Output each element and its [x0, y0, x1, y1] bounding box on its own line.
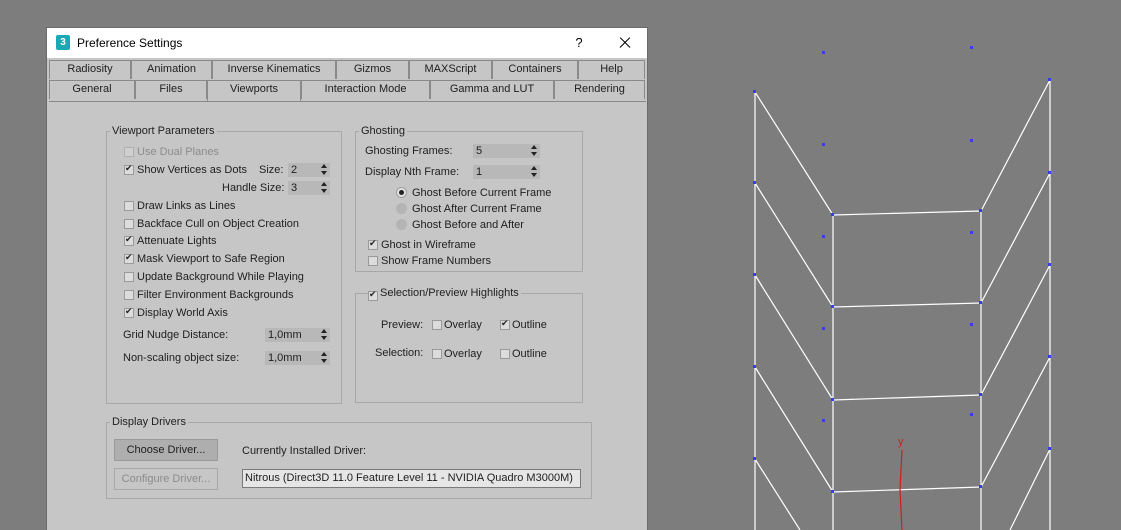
ghost-before-label: Ghost Before Current Frame [412, 187, 552, 199]
preview-label: Preview: [381, 319, 424, 331]
tab-radiosity[interactable]: Radiosity [49, 60, 131, 79]
display-drivers-group: Display Drivers Choose Driver... Current… [106, 416, 592, 499]
display-drivers-title: Display Drivers [110, 416, 188, 428]
grid-nudge-label: Grid Nudge Distance: [123, 329, 229, 341]
help-button[interactable]: ? [567, 33, 591, 53]
update-background-checkbox[interactable] [124, 272, 134, 282]
display-nth-frame-label: Display Nth Frame: [365, 166, 460, 178]
preview-outline-checkbox[interactable] [500, 318, 510, 330]
filter-env-label: Filter Environment Backgrounds [137, 289, 294, 301]
use-dual-planes-checkbox[interactable] [124, 147, 134, 157]
update-background-label: Update Background While Playing [137, 271, 304, 283]
installed-driver-field[interactable]: Nitrous (Direct3D 11.0 Feature Level 11 … [242, 469, 581, 488]
ghosting-title: Ghosting [359, 125, 408, 137]
tab-gamma-and-lut[interactable]: Gamma and LUT [430, 80, 554, 99]
preference-settings-dialog: 3 Preference Settings ? Radiosity Animat… [46, 27, 648, 530]
show-frame-numbers-checkbox[interactable] [368, 256, 378, 266]
ghost-after-label: Ghost After Current Frame [412, 203, 542, 215]
selection-overlay-checkbox[interactable] [432, 349, 442, 359]
use-dual-planes-label: Use Dual Planes [137, 146, 219, 158]
title-bar[interactable]: 3 Preference Settings ? [47, 28, 647, 58]
tab-viewports[interactable]: Viewports [207, 80, 301, 102]
filter-env-checkbox[interactable] [124, 290, 134, 300]
tab-maxscript[interactable]: MAXScript [409, 60, 492, 79]
display-nth-frame-spinner[interactable]: 1 [473, 165, 540, 179]
highlights-title: Selection/Preview Highlights [378, 287, 521, 299]
viewport-parameters-group: Viewport Parameters Use Dual Planes Show… [106, 125, 342, 404]
preview-outline-label: Outline [512, 319, 547, 331]
mask-viewport-label: Mask Viewport to Safe Region [137, 253, 285, 265]
axis-label-y: y [898, 436, 904, 448]
tab-containers[interactable]: Containers [492, 60, 578, 79]
ghost-before-radio[interactable] [396, 187, 407, 198]
tab-rendering[interactable]: Rendering [554, 80, 645, 99]
ghosting-group: Ghosting Ghosting Frames: 5 Display Nth … [355, 125, 583, 272]
show-frame-numbers-label: Show Frame Numbers [381, 255, 492, 267]
backface-cull-checkbox[interactable] [124, 219, 134, 229]
ghost-in-wireframe-checkbox[interactable] [368, 238, 378, 250]
handle-size-spinner[interactable]: 3 [288, 181, 330, 195]
installed-driver-label: Currently Installed Driver: [242, 445, 367, 457]
highlights-enable-checkbox[interactable] [368, 289, 378, 301]
ghost-before-after-label: Ghost Before and After [412, 219, 524, 231]
tab-inverse-kinematics[interactable]: Inverse Kinematics [212, 60, 336, 79]
tab-interaction-mode[interactable]: Interaction Mode [301, 80, 430, 99]
display-world-axis-label: Display World Axis [137, 307, 228, 319]
ghost-after-radio[interactable] [396, 203, 407, 214]
mask-viewport-checkbox[interactable] [124, 252, 134, 264]
non-scaling-spinner[interactable]: 1,0mm [265, 351, 330, 365]
ghosting-frames-spinner[interactable]: 5 [473, 144, 540, 158]
ghosting-frames-label: Ghosting Frames: [365, 145, 453, 157]
highlights-group: Selection/Preview Highlights Preview: Ov… [355, 287, 583, 403]
close-icon[interactable] [609, 31, 639, 55]
tab-general[interactable]: General [49, 80, 135, 99]
tab-gizmos[interactable]: Gizmos [336, 60, 409, 79]
attenuate-lights-checkbox[interactable] [124, 234, 134, 246]
tab-files[interactable]: Files [135, 80, 207, 99]
handle-size-label: Handle Size: [222, 182, 285, 194]
grid-nudge-spinner[interactable]: 1,0mm [265, 328, 330, 342]
preview-overlay-checkbox[interactable] [432, 320, 442, 330]
ghost-in-wireframe-label: Ghost in Wireframe [381, 239, 476, 251]
dialog-title: Preference Settings [77, 36, 183, 50]
selection-outline-checkbox[interactable] [500, 349, 510, 359]
max-app-icon: 3 [56, 35, 70, 50]
preview-overlay-label: Overlay [444, 319, 482, 331]
backface-cull-label: Backface Cull on Object Creation [137, 218, 300, 230]
show-vertices-label: Show Vertices as Dots [137, 164, 248, 176]
show-vertices-checkbox[interactable] [124, 163, 134, 175]
configure-driver-button[interactable]: Configure Driver... [114, 468, 218, 490]
tab-panel-border [49, 101, 646, 102]
tab-help[interactable]: Help [578, 60, 645, 79]
ghost-before-after-radio[interactable] [396, 219, 407, 230]
tab-animation[interactable]: Animation [131, 60, 212, 79]
size-spinner[interactable]: 2 [288, 163, 330, 177]
choose-driver-button[interactable]: Choose Driver... [114, 439, 218, 461]
viewport-parameters-title: Viewport Parameters [110, 125, 217, 137]
non-scaling-label: Non-scaling object size: [123, 352, 240, 364]
draw-links-checkbox[interactable] [124, 201, 134, 211]
selection-label: Selection: [375, 347, 424, 359]
selection-overlay-label: Overlay [444, 348, 482, 360]
draw-links-label: Draw Links as Lines [137, 200, 236, 212]
display-world-axis-checkbox[interactable] [124, 306, 134, 318]
selection-outline-label: Outline [512, 348, 547, 360]
size-label: Size: [259, 164, 284, 176]
attenuate-lights-label: Attenuate Lights [137, 235, 217, 247]
